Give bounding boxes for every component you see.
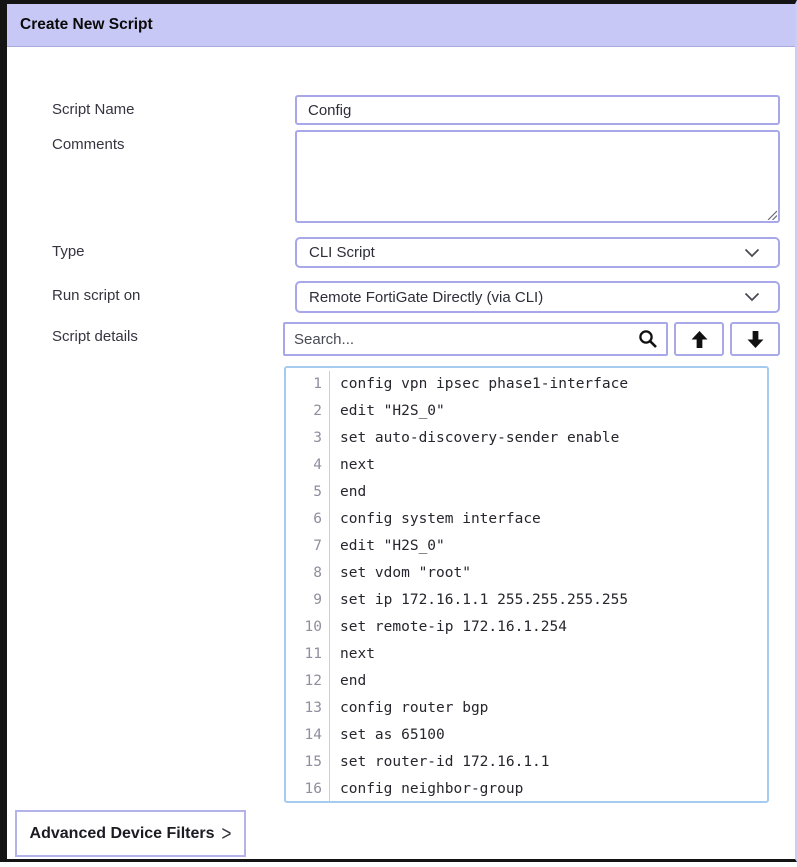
dialog-title: Create New Script (20, 16, 153, 34)
line-number: 13 (286, 695, 330, 722)
code-line: 13config router bgp (286, 695, 767, 722)
line-text: config router bgp (330, 695, 488, 722)
script-search-toolbar (283, 322, 780, 356)
line-text: set ip 172.16.1.1 255.255.255.255 (330, 587, 628, 614)
line-number: 15 (286, 749, 330, 776)
line-text: config vpn ipsec phase1-interface (330, 371, 628, 398)
arrow-down-icon (747, 331, 764, 348)
line-text: set remote-ip 172.16.1.254 (330, 614, 567, 641)
code-line: 1config vpn ipsec phase1-interface (286, 371, 767, 398)
line-text: set as 65100 (330, 722, 445, 749)
line-text: edit "H2S_0" (330, 533, 445, 560)
code-line: 3set auto-discovery-sender enable (286, 425, 767, 452)
dialog-body: Script Name Comments Type (7, 47, 795, 803)
code-line: 6config system interface (286, 506, 767, 533)
line-number: 12 (286, 668, 330, 695)
comments-textarea[interactable] (295, 130, 780, 223)
line-number: 2 (286, 398, 330, 425)
line-number: 4 (286, 452, 330, 479)
move-line-down-button[interactable] (730, 322, 780, 356)
run-script-on-select-value: Remote FortiGate Directly (via CLI) (309, 289, 744, 306)
script-name-label: Script Name (52, 95, 295, 119)
script-details-label: Script details (52, 322, 295, 346)
arrow-up-icon (691, 331, 708, 348)
line-text: set vdom "root" (330, 560, 471, 587)
create-new-script-dialog: Create New Script Script Name Comments (0, 0, 797, 862)
comments-label: Comments (52, 130, 295, 154)
type-row: Type CLI Script (52, 237, 780, 268)
code-line: 11next (286, 641, 767, 668)
line-number: 5 (286, 479, 330, 506)
line-number: 1 (286, 371, 330, 398)
line-number: 9 (286, 587, 330, 614)
code-line: 7edit "H2S_0" (286, 533, 767, 560)
line-text: edit "H2S_0" (330, 398, 445, 425)
type-select-value: CLI Script (309, 244, 744, 261)
move-line-up-button[interactable] (674, 322, 724, 356)
line-number: 10 (286, 614, 330, 641)
line-number: 16 (286, 776, 330, 803)
code-line: 4next (286, 452, 767, 479)
line-number: 11 (286, 641, 330, 668)
run-script-on-row: Run script on Remote FortiGate Directly … (52, 281, 780, 313)
line-text: end (330, 668, 366, 695)
line-number: 8 (286, 560, 330, 587)
chevron-right-icon: > (222, 821, 232, 846)
code-line: 12end (286, 668, 767, 695)
line-text: config neighbor-group (330, 776, 523, 803)
line-text: set auto-discovery-sender enable (330, 425, 619, 452)
script-code-editor[interactable]: 1config vpn ipsec phase1-interface2edit … (284, 366, 769, 803)
chevron-down-icon (744, 248, 760, 258)
advanced-device-filters-label: Advanced Device Filters (30, 825, 215, 843)
run-script-on-select[interactable]: Remote FortiGate Directly (via CLI) (295, 281, 780, 313)
line-number: 7 (286, 533, 330, 560)
search-input[interactable] (283, 322, 668, 356)
code-line: 14set as 65100 (286, 722, 767, 749)
line-text: end (330, 479, 366, 506)
script-name-row: Script Name (52, 95, 780, 125)
run-script-on-label: Run script on (52, 281, 295, 305)
line-text: config system interface (330, 506, 541, 533)
line-number: 6 (286, 506, 330, 533)
code-line: 9set ip 172.16.1.1 255.255.255.255 (286, 587, 767, 614)
script-details-row: Script details (52, 322, 780, 803)
advanced-device-filters-button[interactable]: Advanced Device Filters > (15, 810, 246, 857)
line-text: next (330, 641, 375, 668)
dialog-header: Create New Script (7, 4, 795, 47)
code-line: 15set router-id 172.16.1.1 (286, 749, 767, 776)
code-line: 10set remote-ip 172.16.1.254 (286, 614, 767, 641)
code-line: 16config neighbor-group (286, 776, 767, 803)
chevron-down-icon (744, 292, 760, 302)
script-name-input[interactable] (295, 95, 780, 125)
type-select[interactable]: CLI Script (295, 237, 780, 268)
line-text: set router-id 172.16.1.1 (330, 749, 550, 776)
code-lines: 1config vpn ipsec phase1-interface2edit … (286, 371, 767, 803)
comments-row: Comments (52, 130, 780, 223)
line-number: 14 (286, 722, 330, 749)
code-line: 8set vdom "root" (286, 560, 767, 587)
line-text: next (330, 452, 375, 479)
code-line: 2edit "H2S_0" (286, 398, 767, 425)
type-label: Type (52, 237, 295, 261)
code-line: 5end (286, 479, 767, 506)
line-number: 3 (286, 425, 330, 452)
